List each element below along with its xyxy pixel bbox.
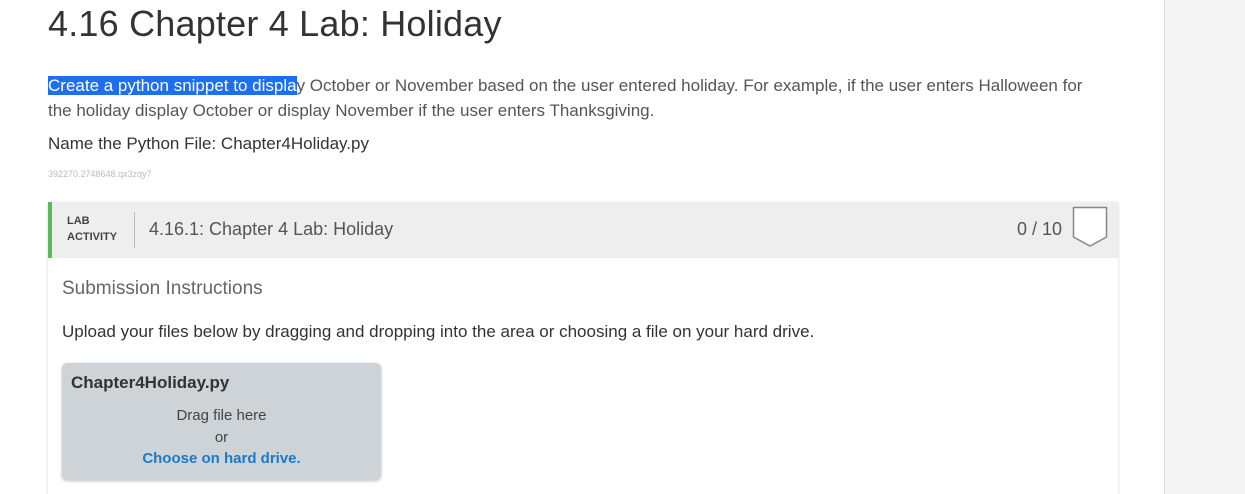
lab-activity-card: LAB ACTIVITY 4.16.1: Chapter 4 Lab: Holi…: [48, 202, 1118, 494]
or-text: or: [214, 429, 229, 446]
drag-file-text: Drag file here: [176, 407, 267, 424]
activity-type-line2: ACTIVITY: [67, 231, 118, 243]
choose-file-link[interactable]: Choose on hard drive.: [62, 450, 381, 467]
file-name-instruction: Name the Python File: Chapter4Holiday.py: [48, 134, 369, 153]
page-title: 4.16 Chapter 4 Lab: Holiday: [48, 3, 502, 44]
file-drop-zone[interactable]: Chapter4Holiday.py Drag file here or Cho…: [62, 363, 381, 480]
submission-instructions: Upload your files below by dragging and …: [62, 322, 815, 341]
header-divider: [134, 212, 135, 248]
right-gutter: [1164, 0, 1245, 494]
lab-description: Create a python snippet to display Octob…: [48, 73, 1108, 123]
activity-title: 4.16.1: Chapter 4 Lab: Holiday: [149, 219, 394, 239]
activity-type-label: LAB ACTIVITY: [67, 213, 117, 245]
activity-type-line1: LAB: [67, 215, 90, 227]
activity-header: LAB ACTIVITY 4.16.1: Chapter 4 Lab: Holi…: [48, 202, 1118, 258]
drop-zone-file-name: Chapter4Holiday.py: [71, 373, 230, 392]
completion-badge-icon: [1072, 206, 1108, 247]
tracking-id: 392270.2748648.qx3zqy7: [48, 169, 152, 179]
activity-score: 0 / 10: [1016, 219, 1062, 239]
selected-text: Create a python snippet to displa: [48, 76, 297, 95]
submission-heading: Submission Instructions: [62, 278, 263, 299]
